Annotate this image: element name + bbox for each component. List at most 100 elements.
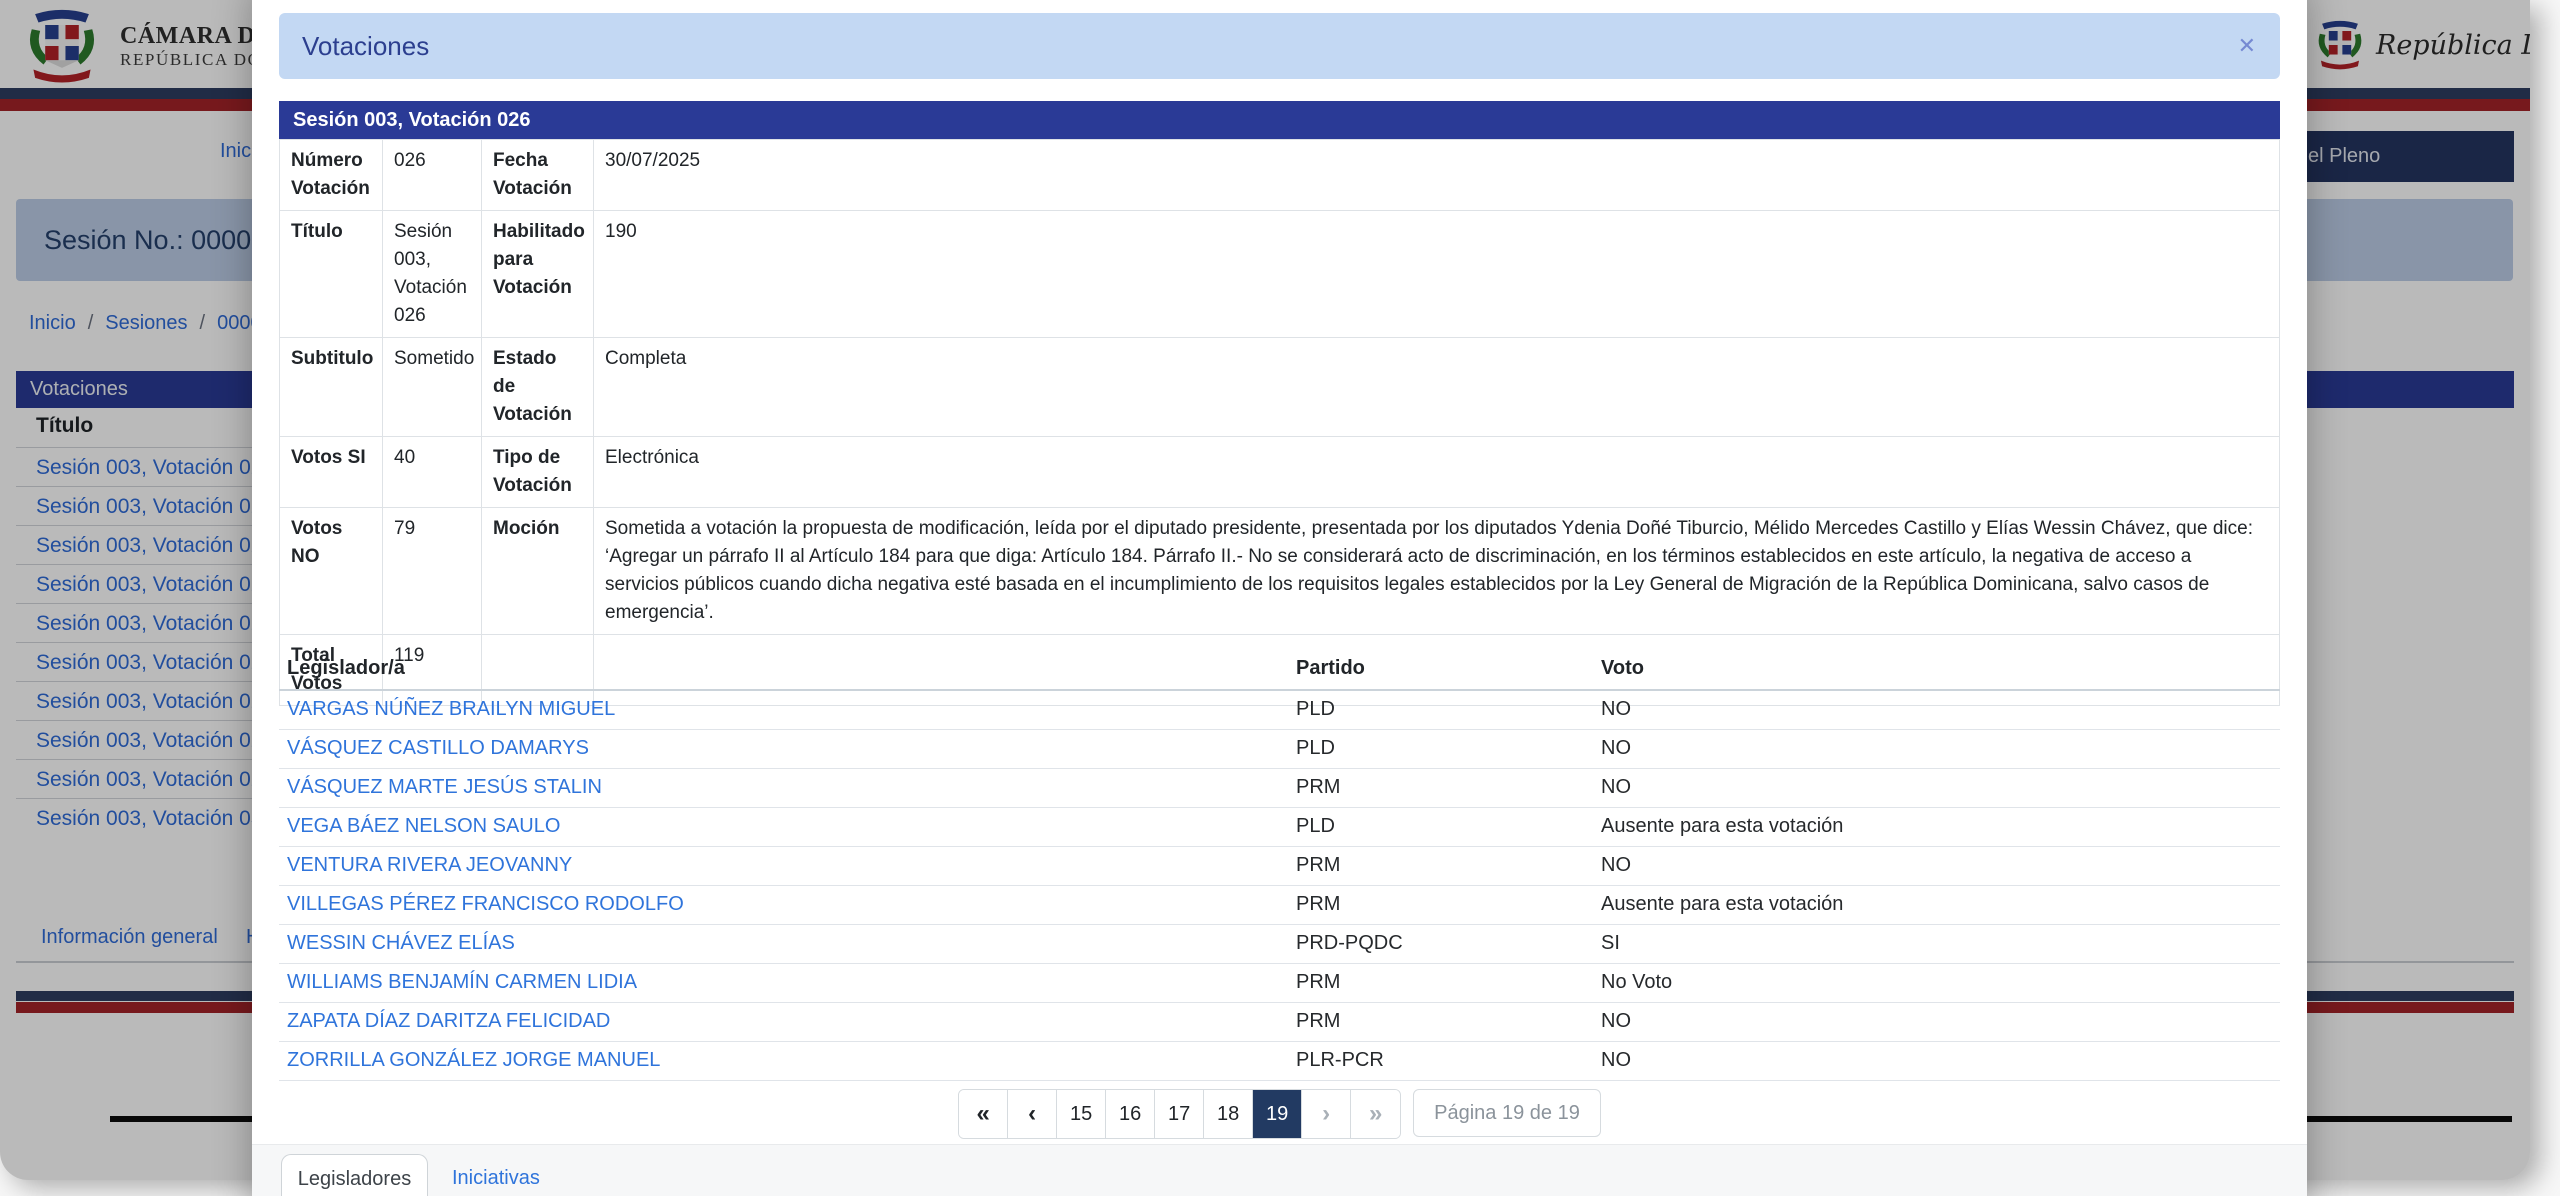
legislator-name-cell: VARGAS NÚÑEZ BRAILYN MIGUEL xyxy=(279,690,1288,730)
detail-row: Votos NO 79 Moción Sometida a votación la p… xyxy=(279,507,2280,635)
vote-section-title: Sesión 003, Votación 026 xyxy=(293,109,531,131)
detail-label: Fecha Votación xyxy=(481,139,594,211)
legislator-party-cell: PRM xyxy=(1288,885,1593,925)
legislator-row: VEGA BÁEZ NELSON SAULO PLD Ausente para es… xyxy=(279,807,2280,847)
detail-row: Subtitulo Sometido Estado de Votación Compl… xyxy=(279,337,2280,437)
legislator-row: VARGAS NÚÑEZ BRAILYN MIGUEL PLD NO xyxy=(279,690,2280,730)
detail-value: Electrónica xyxy=(593,436,2280,508)
vote-details-table: Número Votación 026 Fecha Votación 30/07/20… xyxy=(279,139,2280,706)
legislator-row: VÁSQUEZ MARTE JESÚS STALIN PRM NO xyxy=(279,768,2280,808)
close-icon[interactable]: ✕ xyxy=(2238,13,2256,79)
legislator-vote-cell: NO xyxy=(1593,846,2280,886)
page-16-button[interactable]: 16 xyxy=(1106,1090,1156,1138)
legislator-link[interactable]: VÁSQUEZ CASTILLO DAMARYS xyxy=(287,737,589,759)
pagination-button-group: «‹ 15 16 17 18 19 ›» xyxy=(958,1089,1402,1139)
legislator-link[interactable]: VILLEGAS PÉREZ FRANCISCO RODOLFO xyxy=(287,893,684,915)
legislator-link[interactable]: VÁSQUEZ MARTE JESÚS STALIN xyxy=(287,776,602,798)
legislator-name-cell: WESSIN CHÁVEZ ELÍAS xyxy=(279,924,1288,964)
legislator-vote-cell: NO xyxy=(1593,768,2280,808)
legislator-row: VILLEGAS PÉREZ FRANCISCO RODOLFO PRM Ausen… xyxy=(279,885,2280,925)
legislator-party-cell: PLD xyxy=(1288,729,1593,769)
legislator-name-cell: VÁSQUEZ CASTILLO DAMARYS xyxy=(279,729,1288,769)
first-page-button[interactable]: « xyxy=(959,1090,1009,1138)
detail-label: Habilitado para Votación xyxy=(481,210,594,338)
detail-row: Número Votación 026 Fecha Votación 30/07/20… xyxy=(279,139,2280,211)
page-17-button[interactable]: 17 xyxy=(1155,1090,1205,1138)
legislator-name-cell: VEGA BÁEZ NELSON SAULO xyxy=(279,807,1288,847)
detail-label: Votos NO xyxy=(279,507,383,635)
legislator-party-cell: PRD-PQDC xyxy=(1288,924,1593,964)
legislator-link[interactable]: VARGAS NÚÑEZ BRAILYN MIGUEL xyxy=(287,698,615,720)
detail-value: 190 xyxy=(593,210,2280,338)
pagination: «‹ 15 16 17 18 19 ›» Página 19 de 19 xyxy=(279,1089,2280,1139)
legislators-header-row: Legislador/a Partido Voto xyxy=(279,648,2280,691)
detail-value: 40 xyxy=(382,436,482,508)
legislators-table: Legislador/a Partido Voto VARGAS NÚÑEZ B… xyxy=(279,648,2280,1081)
modal-tabs-bar: Legisladores Iniciativas xyxy=(252,1144,2307,1196)
legislator-name-cell: WILLIAMS BENJAMÍN CARMEN LIDIA xyxy=(279,963,1288,1003)
legislator-party-cell: PRM xyxy=(1288,846,1593,886)
page-15-button[interactable]: 15 xyxy=(1057,1090,1107,1138)
detail-value: Sesión 003, Votación 026 xyxy=(382,210,482,338)
legislator-row: WILLIAMS BENJAMÍN CARMEN LIDIA PRM No Voto xyxy=(279,963,2280,1003)
legislator-party-cell: PRM xyxy=(1288,963,1593,1003)
legislator-link[interactable]: VENTURA RIVERA JEOVANNY xyxy=(287,854,572,876)
column-header-voto: Voto xyxy=(1593,648,2280,691)
detail-value: Sometida a votación la propuesta de modi… xyxy=(593,507,2280,635)
legislator-vote-cell: Ausente para esta votación xyxy=(1593,807,2280,847)
legislator-row: WESSIN CHÁVEZ ELÍAS PRD-PQDC SI xyxy=(279,924,2280,964)
legislator-vote-cell: NO xyxy=(1593,1041,2280,1081)
legislator-name-cell: VÁSQUEZ MARTE JESÚS STALIN xyxy=(279,768,1288,808)
pagination-page-label: Página 19 de 19 xyxy=(1413,1089,1601,1137)
votaciones-modal: Votaciones ✕ Sesión 003, Votación 026 Nú… xyxy=(252,0,2307,1196)
detail-value: 30/07/2025 xyxy=(593,139,2280,211)
legislator-link[interactable]: WILLIAMS BENJAMÍN CARMEN LIDIA xyxy=(287,971,637,993)
detail-value: 026 xyxy=(382,139,482,211)
vote-section-header: Sesión 003, Votación 026 xyxy=(279,101,2280,139)
next-page-button: › xyxy=(1302,1090,1352,1138)
page-18-button[interactable]: 18 xyxy=(1204,1090,1254,1138)
detail-label: Número Votación xyxy=(279,139,383,211)
legislator-row: VENTURA RIVERA JEOVANNY PRM NO xyxy=(279,846,2280,886)
legislator-vote-cell: NO xyxy=(1593,690,2280,730)
detail-value: Sometido xyxy=(382,337,482,437)
detail-label: Estado de Votación xyxy=(481,337,594,437)
legislator-vote-cell: NO xyxy=(1593,1002,2280,1042)
detail-label: Título xyxy=(279,210,383,338)
detail-label: Moción xyxy=(481,507,594,635)
tab-legisladores[interactable]: Legisladores xyxy=(281,1154,428,1196)
legislator-name-cell: VENTURA RIVERA JEOVANNY xyxy=(279,846,1288,886)
legislator-party-cell: PRM xyxy=(1288,1002,1593,1042)
page-19-button[interactable]: 19 xyxy=(1253,1090,1303,1138)
column-header-partido: Partido xyxy=(1288,648,1593,691)
last-page-button: » xyxy=(1351,1090,1401,1138)
legislator-link[interactable]: VEGA BÁEZ NELSON SAULO xyxy=(287,815,560,837)
detail-label: Subtitulo xyxy=(279,337,383,437)
legislator-vote-cell: SI xyxy=(1593,924,2280,964)
modal-title: Votaciones xyxy=(302,31,430,61)
detail-label: Votos SI xyxy=(279,436,383,508)
legislator-row: ZORRILLA GONZÁLEZ JORGE MANUEL PLR-PCR NO xyxy=(279,1041,2280,1081)
detail-value: Completa xyxy=(593,337,2280,437)
legislator-vote-cell: Ausente para esta votación xyxy=(1593,885,2280,925)
legislator-name-cell: ZAPATA DÍAZ DARITZA FELICIDAD xyxy=(279,1002,1288,1042)
legislator-name-cell: VILLEGAS PÉREZ FRANCISCO RODOLFO xyxy=(279,885,1288,925)
legislator-row: ZAPATA DÍAZ DARITZA FELICIDAD PRM NO xyxy=(279,1002,2280,1042)
detail-row: Votos SI 40 Tipo de Votación Electrónica xyxy=(279,436,2280,508)
legislator-party-cell: PLR-PCR xyxy=(1288,1041,1593,1081)
prev-page-button[interactable]: ‹ xyxy=(1008,1090,1058,1138)
legislator-vote-cell: NO xyxy=(1593,729,2280,769)
column-header-legislador: Legislador/a xyxy=(279,648,1288,691)
legislator-link[interactable]: WESSIN CHÁVEZ ELÍAS xyxy=(287,932,515,954)
legislator-party-cell: PLD xyxy=(1288,807,1593,847)
legislator-vote-cell: No Voto xyxy=(1593,963,2280,1003)
legislator-party-cell: PLD xyxy=(1288,690,1593,730)
detail-value: 79 xyxy=(382,507,482,635)
detail-label: Tipo de Votación xyxy=(481,436,594,508)
legislator-name-cell: ZORRILLA GONZÁLEZ JORGE MANUEL xyxy=(279,1041,1288,1081)
detail-row: Título Sesión 003, Votación 026 Habilitado… xyxy=(279,210,2280,338)
legislator-link[interactable]: ZAPATA DÍAZ DARITZA FELICIDAD xyxy=(287,1010,610,1032)
tab-iniciativas[interactable]: Iniciativas xyxy=(452,1167,540,1190)
legislator-party-cell: PRM xyxy=(1288,768,1593,808)
legislator-link[interactable]: ZORRILLA GONZÁLEZ JORGE MANUEL xyxy=(287,1049,660,1071)
